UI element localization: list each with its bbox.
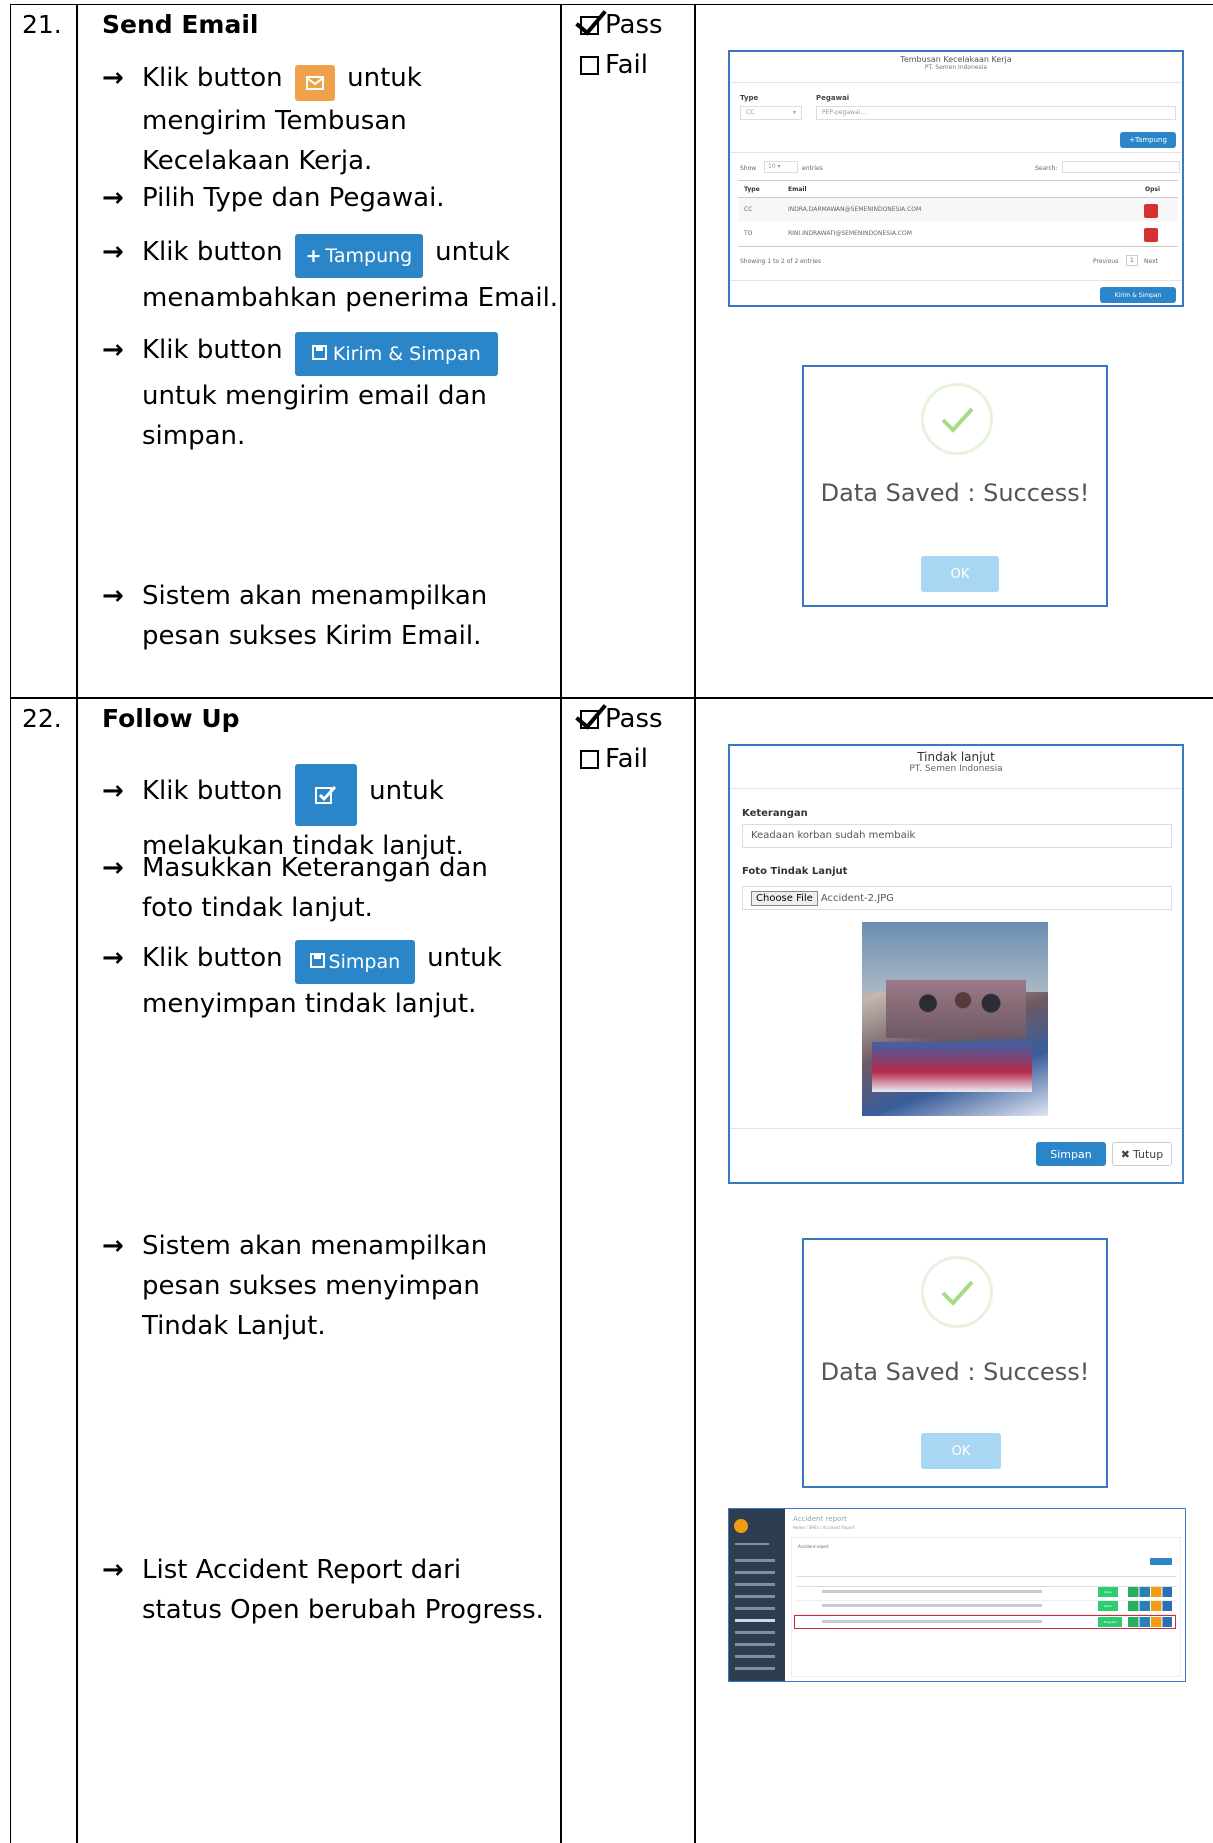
tindak-lanjut-modal: Tindak lanjut PT. Semen Indonesia Ketera… [728,744,1184,1184]
fail-option[interactable]: Fail [580,744,648,774]
checkbox-edit-icon [314,785,336,804]
delete-row-button[interactable] [1144,204,1158,218]
row-divider [10,697,1213,699]
sidebar [729,1509,785,1681]
accident-report-list: Accident report Home / SHEs / Accident R… [728,1508,1186,1682]
ok-button[interactable]: OK [921,556,999,592]
checked-checkbox-icon [580,710,599,729]
step-kirim: → Klik button Kirim & Simpan untuk mengir… [102,330,562,456]
checkbox-icon [580,750,599,769]
tutup-button[interactable]: ✖ Tutup [1112,1142,1172,1166]
tampung-modal-button[interactable]: + Tampung [1120,132,1176,148]
step-result-followup: → Sistem akan menampilkan pesan sukses me… [102,1231,488,1341]
entries-select[interactable]: 10 ▾ [764,161,798,173]
fail-option[interactable]: Fail [580,50,648,80]
file-input[interactable]: Choose File Accident-2.JPG [742,886,1172,910]
step-tampung: → Klik button + Tampung untuk menambahkan … [102,232,562,318]
save-icon [309,942,325,982]
pass-option[interactable]: Pass [580,704,663,734]
success-check-icon [921,383,993,455]
step-simpan: → Klik button Simpan untuk menyimpan tind… [102,938,562,1024]
row-title: Follow Up [102,704,240,733]
close-icon: ✖ [1120,1147,1130,1161]
previous-link[interactable]: Previous [1093,258,1118,265]
pegawai-select[interactable]: PEP-pegawai... [816,106,1176,120]
column-divider-3 [694,4,696,1843]
pass-option[interactable]: Pass [580,10,663,40]
save-icon [311,334,327,374]
step-pilih: → Pilih Type dan Pegawai. [102,183,445,213]
page-link[interactable]: 1 [1126,255,1138,266]
simpan-button: Simpan [294,940,415,984]
kirim-simpan-modal-button[interactable]: Kirim & Simpan [1100,287,1176,303]
step-click-email: → Klik button untuk mengirim Tembusan Kec… [102,63,422,176]
checkbox-icon [580,56,599,75]
delete-row-button[interactable] [1144,228,1158,242]
accident-photo [862,922,1048,1116]
checked-checkbox-icon [580,16,599,35]
type-select[interactable]: CC ▾ [740,106,802,120]
row-number: 22. [22,704,62,733]
step-result-email: → Sistem akan menampilkan pesan sukses Ki… [102,581,488,651]
search-input[interactable] [1062,161,1180,173]
ok-button[interactable]: OK [921,1433,1001,1469]
step-list-report: → List Accident Report dari status Open b… [102,1555,544,1625]
success-check-icon [921,1256,993,1328]
email-button [294,65,335,101]
logo-icon [734,1519,748,1533]
plus-icon: + [305,245,322,267]
next-link[interactable]: Next [1144,258,1158,265]
keterangan-input[interactable]: Keadaan korban sudah membaik [742,824,1172,848]
success-dialog: Data Saved : Success! OK [802,1238,1108,1488]
success-dialog: Data Saved : Success! OK [802,365,1108,607]
tampung-button: + Tampung [294,234,423,278]
step-masukkan: → Masukkan Keterangan dan foto tindak lan… [102,853,488,923]
kirim-simpan-button: Kirim & Simpan [294,332,498,376]
envelope-icon [305,76,324,90]
row-title: Send Email [102,10,259,39]
tembusan-modal: Tembusan Kecelakaan Kerja PT. Semen Indo… [728,50,1184,307]
column-divider-1 [76,4,78,1843]
row-number: 21. [22,10,62,39]
followup-button [294,764,357,826]
simpan-modal-button[interactable]: Simpan [1036,1142,1106,1166]
